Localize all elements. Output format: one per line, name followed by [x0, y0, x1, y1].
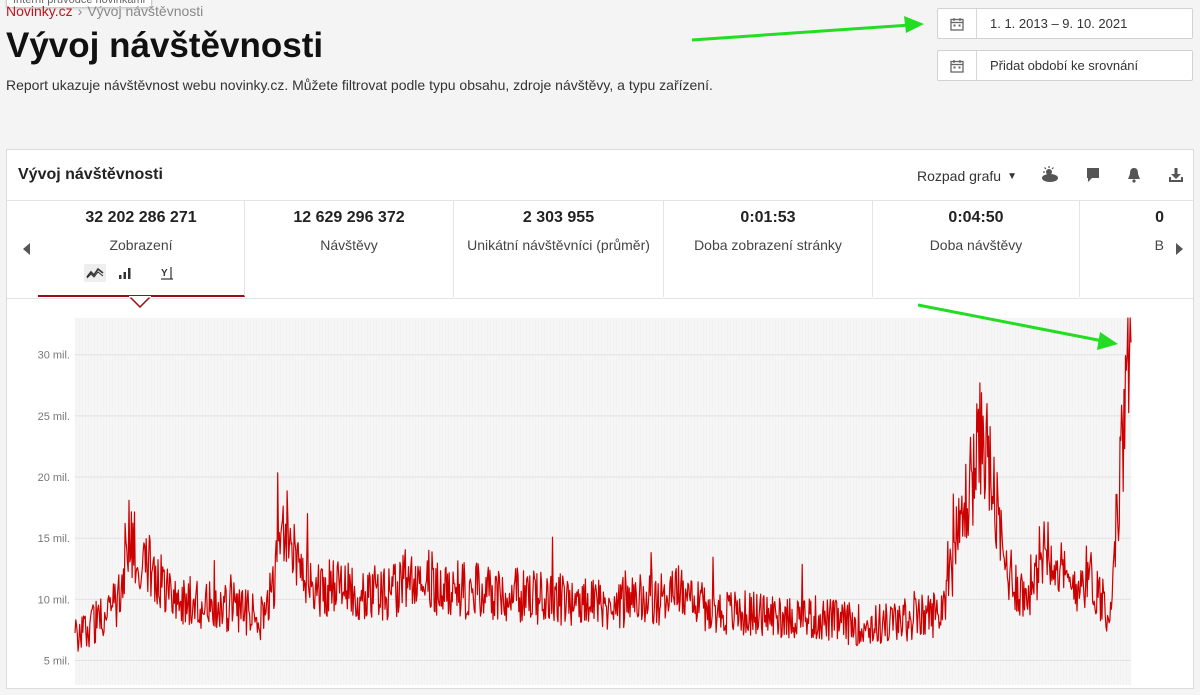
breadcrumb-link-site[interactable]: Novinky.cz [6, 3, 73, 19]
y-tick-label: 5 mil. [44, 656, 70, 668]
chevron-right-icon[interactable] [1167, 232, 1191, 266]
card-title: Vývoj návštěvnosti [18, 166, 163, 183]
breadcrumb-separator: › [77, 3, 83, 19]
y-tick-label: 15 mil. [38, 533, 70, 545]
card-header: Vývoj návštěvnosti Rozpad grafu ▼ [7, 150, 1193, 201]
metric-label: Unikátní návštěvníci (průměr) [467, 237, 650, 253]
metrics-strip: 32 202 286 271 Zobrazení Y 12 629 296 37… [7, 200, 1193, 308]
chart-area: 5 mil. 10 mil. 15 mil. 20 mil. 25 mil. 30 mil… [7, 310, 1193, 690]
caret-down-icon: ▼ [1007, 170, 1017, 182]
comment-icon[interactable] [1082, 164, 1104, 186]
y-axis-icon[interactable]: Y [156, 264, 178, 282]
breadcrumb: Novinky.cz › Vývoj návštěvnosti [6, 3, 203, 19]
y-tick-label: 25 mil. [38, 411, 70, 423]
compare-period-label: Přidat období ke srovnání [990, 58, 1139, 73]
weather-icon[interactable] [1039, 164, 1061, 186]
svg-text:Y: Y [161, 268, 168, 279]
chevron-left-icon[interactable] [15, 232, 39, 266]
date-range-picker[interactable]: 1. 1. 2013 – 9. 10. 2021 [937, 8, 1193, 39]
date-range-value: 1. 1. 2013 – 9. 10. 2021 [990, 16, 1128, 31]
page-title: Vývoj návštěvnosti [6, 26, 324, 65]
breakdown-dropdown[interactable]: Rozpad grafu ▼ [917, 168, 1017, 184]
page-description: Report ukazuje návštěvnost webu novinky.… [6, 77, 713, 93]
metric-value: 0 [1155, 209, 1164, 226]
download-icon[interactable] [1165, 164, 1187, 186]
calendar-icon [938, 51, 977, 80]
metric-tile-partial[interactable]: 0 B [1080, 200, 1164, 297]
metric-value: 32 202 286 271 [85, 209, 197, 226]
calendar-icon [938, 9, 977, 38]
metric-label: B [1154, 237, 1164, 253]
metric-value: 2 303 955 [522, 209, 595, 226]
metric-label: Doba návštěvy [929, 237, 1023, 253]
active-tile-pointer [129, 296, 151, 308]
metric-tile-unique-visitors[interactable]: 2 303 955 Unikátní návštěvníci (průměr) [454, 200, 664, 297]
traffic-chart: 5 mil. 10 mil. 15 mil. 20 mil. 25 mil. 30 mil… [38, 317, 1132, 685]
breakdown-label: Rozpad grafu [917, 168, 1002, 184]
y-tick-label: 30 mil. [38, 350, 70, 362]
metric-tile-visit-duration[interactable]: 0:04:50 Doba návštěvy [873, 200, 1080, 297]
metric-tile-views[interactable]: 32 202 286 271 Zobrazení Y [38, 200, 245, 297]
traffic-card: Vývoj návštěvnosti Rozpad grafu ▼ 32 202 … [6, 149, 1194, 689]
bar-chart-icon[interactable] [114, 264, 136, 282]
metric-label: Zobrazení [109, 237, 173, 253]
metric-value: 0:04:50 [948, 209, 1004, 226]
line-chart-icon[interactable] [84, 264, 106, 282]
breadcrumb-current: Vývoj návštěvnosti [87, 3, 204, 19]
metric-value: 12 629 296 372 [293, 209, 405, 226]
bell-icon[interactable] [1123, 164, 1145, 186]
metric-label: Návštěvy [320, 237, 378, 253]
metric-view-toggles: Y [84, 264, 178, 282]
compare-period-button[interactable]: Přidat období ke srovnání [937, 50, 1193, 81]
metric-value: 0:01:53 [740, 209, 796, 226]
metric-tile-visits[interactable]: 12 629 296 372 Návštěvy [245, 200, 454, 297]
y-tick-label: 10 mil. [38, 594, 70, 606]
y-tick-label: 20 mil. [38, 472, 70, 484]
metric-label: Doba zobrazení stránky [694, 237, 842, 253]
metric-tile-page-view-duration[interactable]: 0:01:53 Doba zobrazení stránky [664, 200, 873, 297]
